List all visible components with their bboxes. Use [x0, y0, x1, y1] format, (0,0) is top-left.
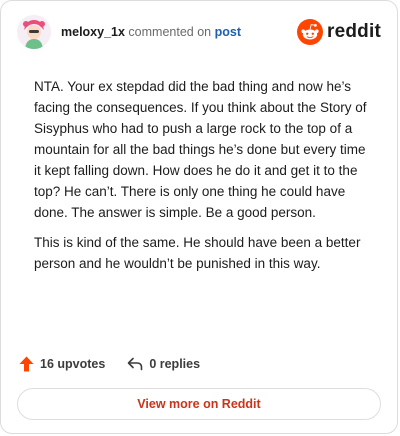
username[interactable]: meloxy_1x [61, 25, 125, 39]
reddit-logo-icon [297, 19, 324, 45]
upvote-arrow-icon [19, 356, 34, 372]
comment-actions: 16 upvotes 0 replies [19, 353, 200, 375]
brand-wordmark: reddit [327, 21, 381, 42]
reply-icon [128, 357, 143, 371]
embed-card: meloxy_1x commented on post reddit NTA. … [0, 0, 398, 434]
comment-paragraph: NTA. Your ex stepdad did the bad thing a… [34, 79, 367, 220]
upvote-count: 16 upvotes [40, 357, 106, 371]
post-link[interactable]: post [215, 25, 241, 39]
comment-body: NTA. Your ex stepdad did the bad thing a… [34, 76, 373, 283]
comment-header: meloxy_1x commented on post reddit [17, 15, 381, 55]
reddit-brand[interactable]: reddit [297, 19, 381, 45]
view-more-button[interactable]: View more on Reddit [17, 388, 381, 420]
reply-button[interactable]: 0 replies [127, 357, 200, 371]
reply-count: 0 replies [149, 357, 201, 371]
upvote-button[interactable]: 16 upvotes [19, 356, 105, 372]
comment-meta: meloxy_1x commented on post [61, 25, 241, 39]
avatar[interactable] [17, 15, 51, 49]
avatar-icon [17, 15, 51, 49]
comment-paragraph: This is kind of the same. He should have… [34, 235, 361, 271]
meta-verb: commented on [128, 25, 212, 39]
